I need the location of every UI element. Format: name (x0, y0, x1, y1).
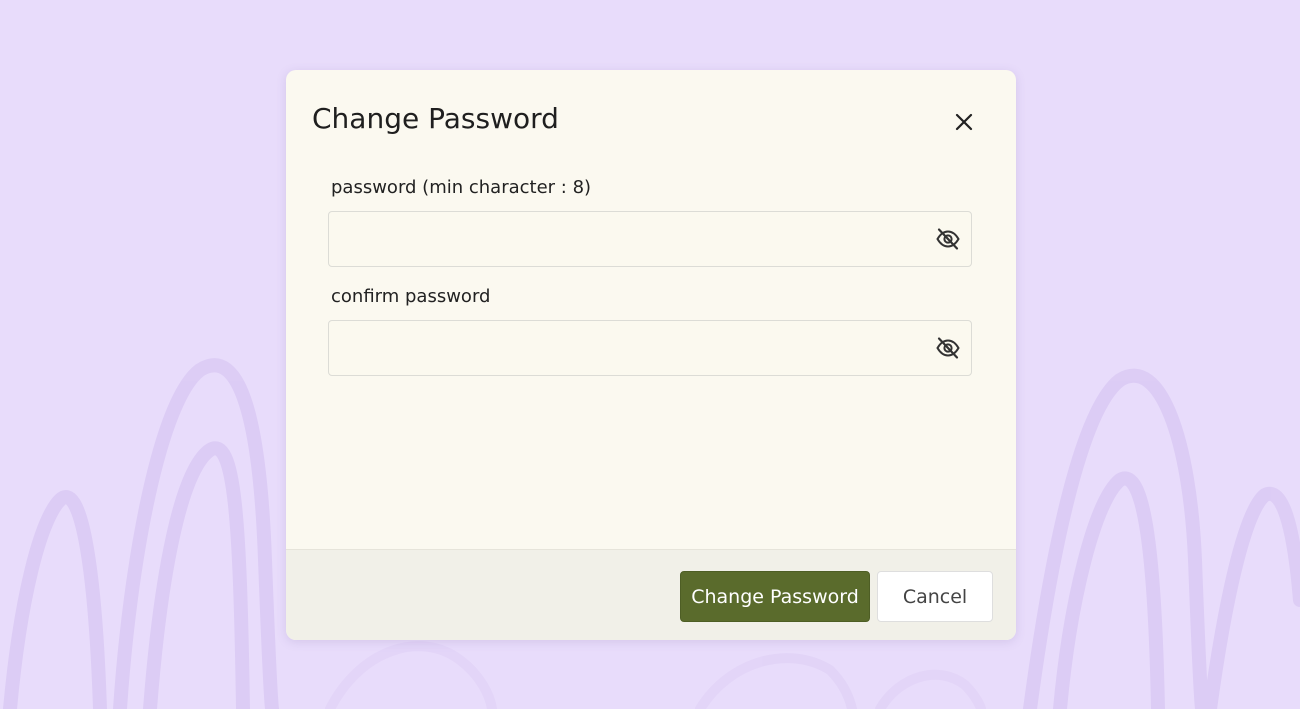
password-field (328, 211, 972, 267)
dialog-title: Change Password (312, 102, 559, 135)
password-input[interactable] (329, 212, 919, 266)
page-backdrop: Change Password password (min character … (0, 0, 1300, 709)
password-visibility-toggle[interactable] (935, 226, 961, 252)
dialog-footer: Change Password Cancel (286, 549, 1016, 640)
eye-slash-icon (936, 337, 960, 359)
close-icon (955, 113, 973, 131)
confirm-password-field (328, 320, 972, 376)
eye-slash-icon (936, 228, 960, 250)
confirm-password-visibility-toggle[interactable] (935, 335, 961, 361)
change-password-button[interactable]: Change Password (680, 571, 870, 622)
change-password-dialog: Change Password password (min character … (286, 70, 1016, 640)
cancel-button[interactable]: Cancel (877, 571, 993, 622)
close-button[interactable] (950, 108, 978, 136)
confirm-password-input[interactable] (329, 321, 919, 375)
confirm-password-label: confirm password (331, 286, 491, 307)
password-label: password (min character : 8) (331, 177, 592, 198)
